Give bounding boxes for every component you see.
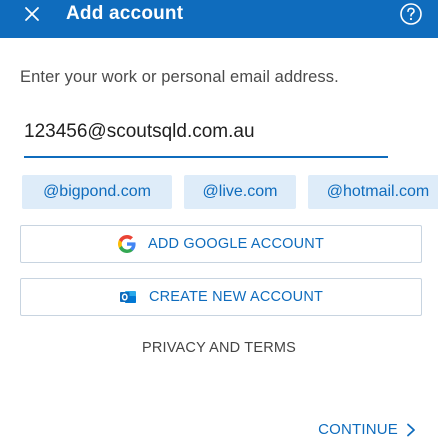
page-title: Add account (66, 3, 184, 24)
email-prompt: Enter your work or personal email addres… (20, 68, 339, 86)
privacy-and-terms-link[interactable]: PRIVACY AND TERMS (0, 340, 438, 356)
add-google-account-label: ADD GOOGLE ACCOUNT (147, 236, 324, 252)
create-new-account-button[interactable]: CREATE NEW ACCOUNT (20, 278, 422, 316)
help-circle-icon (400, 3, 422, 25)
continue-label: CONTINUE (318, 421, 398, 438)
outlook-icon (119, 288, 137, 306)
close-button[interactable] (18, 0, 46, 28)
suggestion-hotmail-button[interactable]: @hotmail.com (308, 175, 438, 209)
help-button[interactable] (398, 1, 424, 27)
app-bar: Add account (0, 0, 438, 38)
suggestion-bigpond-button[interactable]: @bigpond.com (22, 175, 172, 209)
chevron-right-icon (406, 423, 416, 437)
google-icon (117, 235, 136, 253)
add-account-screen: Add account Enter your work or personal … (0, 0, 438, 444)
email-field[interactable] (24, 118, 388, 146)
email-field-container (24, 110, 388, 158)
add-google-account-button[interactable]: ADD GOOGLE ACCOUNT (20, 225, 422, 263)
create-new-account-label: CREATE NEW ACCOUNT (148, 289, 324, 305)
continue-button[interactable]: CONTINUE (318, 421, 416, 438)
close-icon (25, 7, 39, 21)
suggestion-live-button[interactable]: @live.com (184, 175, 296, 209)
